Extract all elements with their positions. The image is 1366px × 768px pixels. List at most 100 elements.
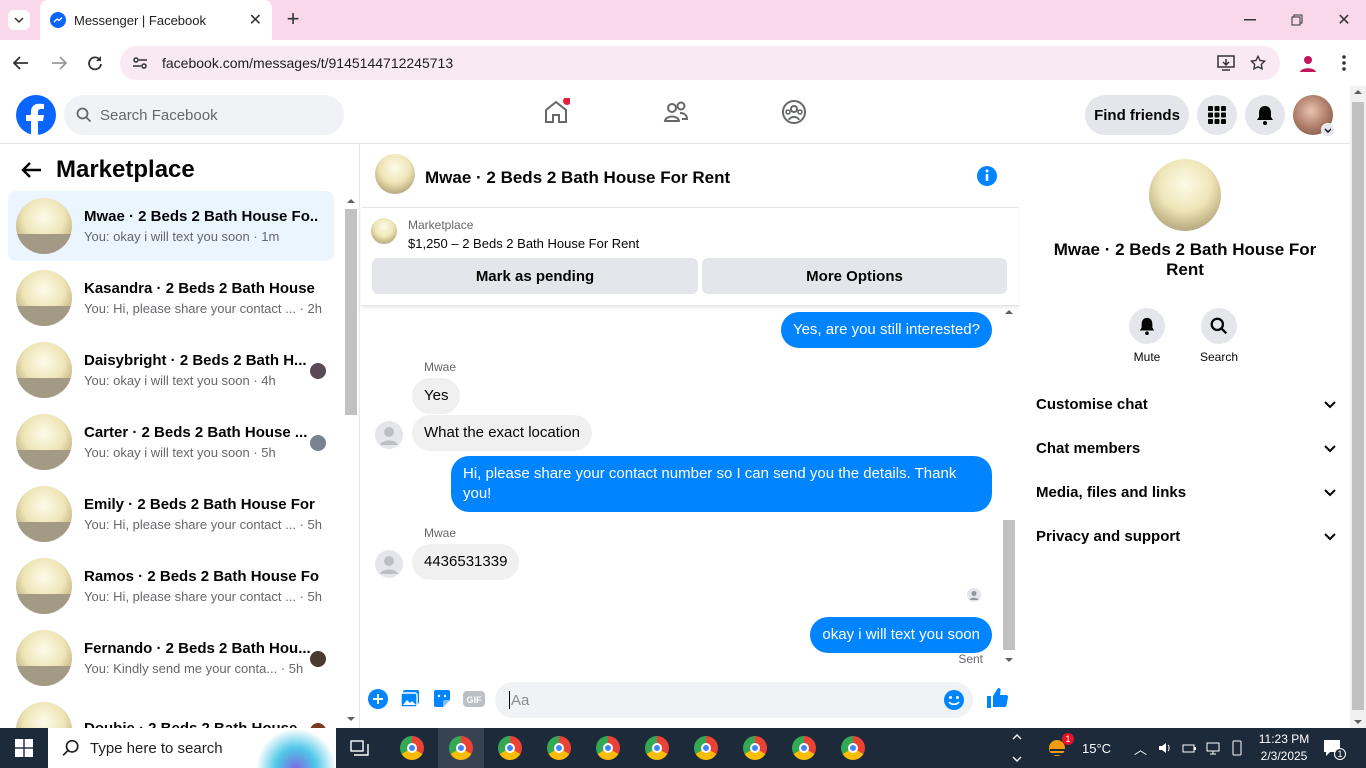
chrome-taskbar-icon[interactable] [449, 736, 473, 760]
weather-widget[interactable]: 1 15°C [1046, 728, 1111, 768]
sender-avatar[interactable] [375, 421, 403, 449]
chat-title[interactable]: Mwae · 2 Beds 2 Bath House For Rent [425, 168, 730, 188]
account-avatar[interactable] [1293, 95, 1335, 137]
chrome-taskbar-icon[interactable] [400, 736, 424, 760]
phone-link-icon[interactable] [1229, 740, 1245, 756]
mark-as-pending-button[interactable]: Mark as pending [372, 258, 698, 294]
battery-icon[interactable] [1181, 740, 1197, 756]
message-bubble-outgoing[interactable]: Yes, are you still interested? [780, 312, 992, 348]
message-bubble-outgoing[interactable]: Hi, please share your contact number so … [451, 456, 992, 512]
back-icon[interactable] [10, 53, 32, 73]
chat-panel: Mwae · 2 Beds 2 Bath House For Rent Mark… [361, 144, 1019, 728]
mute-button[interactable]: Mute [1117, 308, 1177, 364]
customise-chat-row[interactable]: Customise chat [1036, 396, 1336, 413]
message-bubble-incoming[interactable]: Yes [412, 378, 461, 414]
chat-members-row[interactable]: Chat members [1036, 440, 1336, 457]
chat-avatar[interactable] [375, 154, 415, 194]
groups-icon[interactable] [780, 98, 808, 126]
message-bubble-incoming[interactable]: What the exact location [412, 415, 592, 451]
home-icon[interactable] [542, 98, 570, 126]
plus-circle-icon[interactable] [367, 688, 389, 710]
conversation-item[interactable]: Doubie · 2 Beds 2 Bath House... [8, 695, 334, 728]
browser-tab[interactable]: Messenger | Facebook ✕ [40, 0, 272, 40]
listing-thumbnail[interactable] [371, 218, 397, 244]
reload-icon[interactable] [84, 53, 106, 73]
conversation-item[interactable]: Ramos · 2 Beds 2 Bath House Fo... You: Hi… [8, 551, 334, 621]
clock-date: 2/3/2025 [1260, 749, 1308, 763]
chrome-taskbar-icon[interactable] [596, 736, 620, 760]
facebook-logo-icon[interactable] [16, 95, 56, 135]
facebook-header: Search Facebook Find friends [0, 86, 1350, 144]
forward-icon[interactable] [48, 53, 70, 73]
new-tab-button[interactable]: + [282, 6, 304, 31]
conversation-item[interactable]: Mwae · 2 Beds 2 Bath House Fo... You: oka… [8, 191, 334, 261]
more-options-button[interactable]: More Options [702, 258, 1007, 294]
find-friends-button[interactable]: Find friends [1085, 95, 1189, 135]
message-input[interactable]: Aa [495, 682, 973, 718]
search-in-chat-button[interactable]: Search [1189, 308, 1249, 364]
gif-icon[interactable]: GIF [462, 688, 486, 710]
conversation-item[interactable]: Emily · 2 Beds 2 Bath House For ... You: … [8, 479, 334, 549]
facebook-search-input[interactable]: Search Facebook [64, 95, 344, 135]
chevron-down-icon [1324, 488, 1336, 496]
conversation-item[interactable]: Daisybright · 2 Beds 2 Bath H... You: oka… [8, 335, 334, 405]
browser-tab-bar: Messenger | Facebook ✕ + ✕ [0, 0, 1366, 40]
windows-start-icon[interactable] [15, 739, 33, 757]
message-bubble-outgoing[interactable]: okay i will text you soon [810, 617, 992, 653]
browser-menu-icon[interactable] [1334, 52, 1354, 74]
page-scrollbar[interactable] [1350, 86, 1366, 728]
conversation-name: Kasandra · 2 Beds 2 Bath House ... [84, 280, 319, 297]
profile-icon[interactable] [1296, 52, 1320, 74]
media-files-links-row[interactable]: Media, files and links [1036, 484, 1336, 501]
back-arrow-icon[interactable] [20, 161, 42, 179]
task-view-icon[interactable] [350, 739, 370, 757]
notifications-button[interactable] [1245, 95, 1285, 135]
chat-scrollbar[interactable] [1001, 306, 1017, 666]
details-avatar[interactable] [1149, 159, 1221, 231]
listing-thumbnail [16, 270, 72, 326]
conversation-preview: You: okay i will text you soon · 1m [84, 229, 280, 244]
minimize-button[interactable] [1236, 10, 1264, 30]
chrome-taskbar-icon[interactable] [792, 736, 816, 760]
listing-price[interactable]: $1,250 – 2 Beds 2 Bath House For Rent [408, 236, 639, 251]
install-app-icon[interactable] [1215, 53, 1237, 73]
sticker-icon[interactable] [431, 688, 453, 710]
conversation-item[interactable]: Fernando · 2 Beds 2 Bath Hou... You: Kind… [8, 623, 334, 693]
conversation-list-scrollbar[interactable] [344, 196, 358, 726]
thumbs-up-icon[interactable] [985, 686, 1009, 710]
chrome-taskbar-icon[interactable] [498, 736, 522, 760]
photo-icon[interactable] [399, 688, 421, 710]
clock[interactable]: 11:23 PM 2/3/2025 [1254, 731, 1314, 765]
sender-name: Mwae [424, 526, 457, 540]
close-window-button[interactable]: ✕ [1330, 10, 1358, 30]
chrome-taskbar-icon[interactable] [645, 736, 669, 760]
tray-overflow-icon[interactable]: ︿ [1134, 739, 1147, 758]
taskbar-search-input[interactable]: Type here to search [48, 728, 336, 768]
tab-close-icon[interactable]: ✕ [249, 10, 262, 30]
conversation-item[interactable]: Kasandra · 2 Beds 2 Bath House ... You: H… [8, 263, 334, 333]
restore-button[interactable] [1283, 10, 1311, 30]
chrome-taskbar-icon[interactable] [743, 736, 767, 760]
notification-center-button[interactable]: 1 [1322, 738, 1346, 760]
volume-icon[interactable] [1157, 740, 1173, 756]
conversation-item[interactable]: Carter · 2 Beds 2 Bath House ... You: oka… [8, 407, 334, 477]
sender-avatar[interactable] [375, 550, 403, 578]
network-icon[interactable] [1205, 740, 1221, 756]
tab-search-chevron-icon[interactable] [8, 10, 30, 30]
url-box[interactable]: facebook.com/messages/t/9145144712245713 [120, 46, 1280, 80]
listing-thumbnail [16, 486, 72, 542]
chrome-taskbar-icon[interactable] [694, 736, 718, 760]
chat-header: Mwae · 2 Beds 2 Bath House For Rent [361, 144, 1019, 208]
message-bubble-incoming[interactable]: 4436531339 [412, 544, 520, 580]
taskbar-scroll-icon[interactable] [1011, 730, 1023, 766]
chrome-taskbar-icon[interactable] [841, 736, 865, 760]
privacy-support-row[interactable]: Privacy and support [1036, 528, 1336, 545]
friends-icon[interactable] [662, 98, 690, 126]
chrome-taskbar-icon[interactable] [547, 736, 571, 760]
bookmark-star-icon[interactable] [1247, 53, 1269, 73]
marketplace-label: Marketplace [408, 218, 474, 232]
emoji-icon[interactable] [943, 689, 965, 711]
info-icon[interactable] [976, 165, 998, 187]
menu-grid-button[interactable] [1197, 95, 1237, 135]
site-info-icon[interactable] [132, 56, 148, 70]
